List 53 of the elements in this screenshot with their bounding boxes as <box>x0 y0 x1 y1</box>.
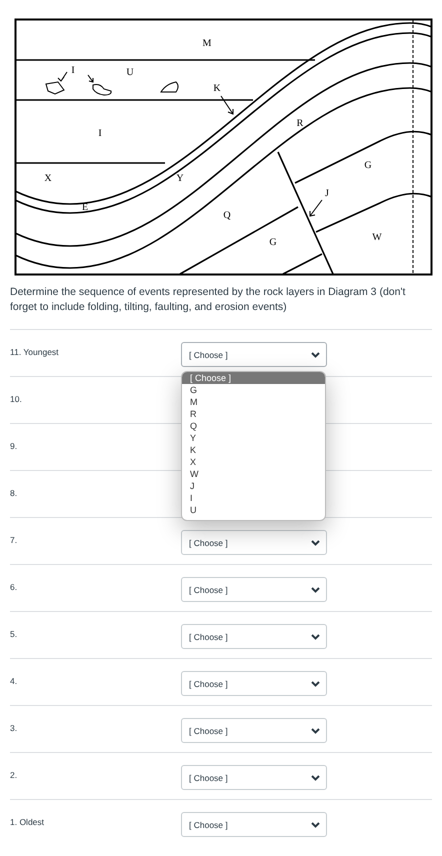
dropdown-option[interactable]: K <box>182 444 325 456</box>
row-label: 4. <box>10 675 18 688</box>
row-label: 8. <box>10 487 18 500</box>
diagram-label: M <box>202 38 212 49</box>
chevron-down-icon <box>311 634 320 640</box>
diagram-label: W <box>372 232 382 243</box>
chevron-down-icon <box>311 822 320 828</box>
dropdown-option[interactable]: I <box>182 492 325 504</box>
diagram-label: K <box>213 83 221 94</box>
dropdown-option[interactable]: Y <box>182 432 325 444</box>
dropdown-option[interactable]: [ Choose ] <box>182 372 325 384</box>
diagram-label: Q <box>223 210 231 221</box>
chevron-down-icon <box>311 540 320 546</box>
row-label: 6. <box>10 581 18 594</box>
row-label: 7. <box>10 534 18 547</box>
row-label: 2. <box>10 769 18 782</box>
choose-dropdown[interactable]: [ Choose ] <box>181 624 327 649</box>
row-label: 3. <box>10 722 18 735</box>
diagram-label: G <box>364 160 372 171</box>
choose-dropdown[interactable]: [ Choose ] <box>181 812 327 837</box>
chevron-down-icon <box>311 352 320 358</box>
diagram-label: G <box>269 237 277 248</box>
dropdown-option[interactable]: U <box>182 504 325 516</box>
dropdown-option[interactable]: R <box>182 408 325 420</box>
dropdown-option[interactable]: M <box>182 396 325 408</box>
diagram-label: J <box>325 188 329 199</box>
diagram-label: Y <box>176 173 184 184</box>
row-label: 9. <box>10 440 18 453</box>
chevron-down-icon <box>311 680 320 686</box>
diagram-label: I <box>71 65 75 76</box>
chevron-down-icon <box>311 728 320 734</box>
chevron-down-icon <box>311 586 320 592</box>
row-label: 1. Oldest <box>10 816 46 829</box>
choose-dropdown[interactable]: [ Choose ] <box>181 530 327 555</box>
diagram-label: R <box>296 118 304 129</box>
choose-dropdown[interactable]: [ Choose ] <box>181 765 327 790</box>
row-label: 5. <box>10 628 18 641</box>
dropdown-option[interactable]: W <box>182 468 325 480</box>
row-label: 10. <box>10 393 23 406</box>
choose-dropdown[interactable]: [ Choose ] <box>181 577 327 602</box>
diagram-label: U <box>126 67 134 78</box>
choose-dropdown[interactable]: [ Choose ] <box>181 718 327 743</box>
dropdown-option[interactable]: X <box>182 456 325 468</box>
diagram-label: I <box>98 128 102 139</box>
dropdown-option[interactable]: Q <box>182 420 325 432</box>
question-text: Determine the sequence of events represented by the rock layers in Diagram 3 (don't forget to include folding, tilting, faulting, and erosion events) <box>10 285 406 315</box>
diagram-label: X <box>44 173 52 184</box>
choose-dropdown[interactable]: [ Choose ] <box>181 671 327 696</box>
choose-dropdown[interactable]: [ Choose ] <box>181 342 327 367</box>
chevron-down-icon <box>311 774 320 780</box>
dropdown-option[interactable]: G <box>182 384 325 396</box>
dropdown-option[interactable]: J <box>182 480 325 492</box>
row-label: 11. Youngest <box>10 346 60 359</box>
